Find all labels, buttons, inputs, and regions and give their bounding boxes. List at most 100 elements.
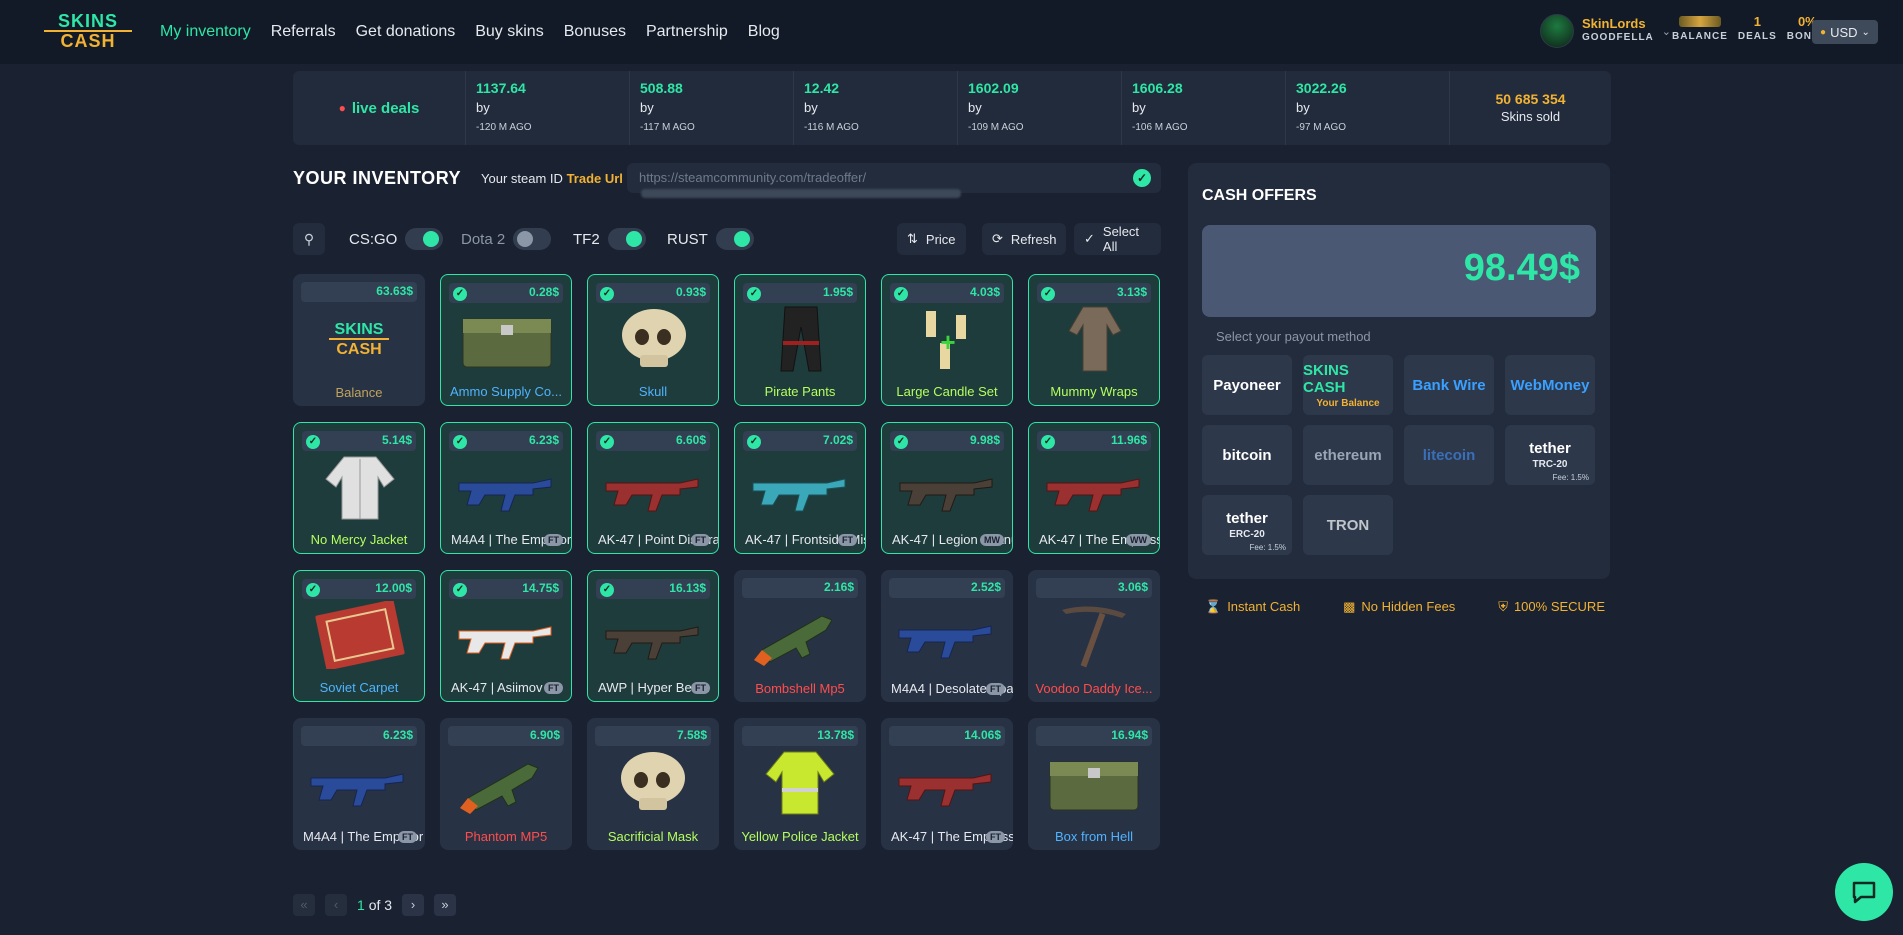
wear-badge: FT — [398, 831, 417, 843]
inventory-item[interactable]: ✓7.02$AK-47 | Frontside MistyFT — [734, 422, 866, 554]
inventory-item[interactable]: ✓ 3.13$ Mummy Wraps — [1028, 274, 1160, 406]
inventory-item[interactable]: 2.16$ Bombshell Mp5 — [734, 570, 866, 702]
search-icon: ⚲ — [303, 231, 315, 247]
payout-method-sub: TRC-20 — [1532, 459, 1568, 470]
live-deals-bar: ● live deals 1137.64 by -120 M AGO 508.88 by… — [293, 71, 1611, 145]
toggle-switch[interactable] — [513, 228, 552, 250]
payout-method[interactable]: SKINS CASH Your Balance — [1303, 355, 1393, 415]
nav-referrals[interactable]: Referrals — [271, 23, 336, 41]
game-toggle-rust[interactable]: RUST — [667, 223, 754, 255]
site-logo[interactable]: SKINS CASH — [38, 12, 138, 52]
inventory-item[interactable]: ✓ 5.14$ No Mercy Jacket — [293, 422, 425, 554]
live-deal: 12.42 by -116 M AGO — [793, 71, 957, 145]
chevron-down-icon[interactable]: ⌄ — [1662, 25, 1671, 38]
payout-method[interactable]: Bank Wire — [1404, 355, 1494, 415]
nav-my-inventory[interactable]: My inventory — [160, 23, 251, 41]
chat-button[interactable] — [1835, 863, 1893, 921]
badge-secure: ⛨ 100% SECURE — [1498, 599, 1605, 614]
nav-partnership[interactable]: Partnership — [646, 23, 728, 41]
inventory-item[interactable]: ✓ 16.13$ AWP | Hyper Beast FT — [587, 570, 719, 702]
inventory-item[interactable]: ✓ 0.28$ Ammo Supply Co... — [440, 274, 572, 406]
payout-method[interactable]: WebMoney — [1505, 355, 1595, 415]
toggle-switch[interactable] — [607, 228, 646, 250]
payout-method[interactable]: TRON — [1303, 495, 1393, 555]
inventory-item[interactable]: 16.94$ Box from Hell — [1028, 718, 1160, 850]
item-price: 6.23$ — [382, 728, 413, 742]
nav-bonuses[interactable]: Bonuses — [564, 23, 626, 41]
prev-page-button[interactable]: ‹ — [325, 894, 347, 916]
svg-text:+: + — [940, 327, 955, 357]
inventory-item[interactable]: 2.52$M4A4 | Desolate SpaceFT — [881, 570, 1013, 702]
item-price: 16.94$ — [1111, 728, 1148, 742]
inventory-item[interactable]: ✓ 11.96$ AK-47 | The Empress WW — [1028, 422, 1160, 554]
trade-url-link[interactable]: Trade Url — [567, 171, 623, 186]
toggle-switch[interactable] — [405, 228, 444, 250]
nav-buy-skins[interactable]: Buy skins — [475, 23, 543, 41]
check-icon: ✓ — [894, 287, 908, 301]
payout-method[interactable]: bitcoin — [1202, 425, 1292, 485]
sort-price-button[interactable]: ⇅ Price — [897, 223, 966, 255]
inventory-item[interactable]: ✓ 1.95$ Pirate Pants — [734, 274, 866, 406]
nav-get-donations[interactable]: Get donations — [356, 23, 456, 41]
inventory-item[interactable]: 6.23$ M4A4 | The Emperor FT — [293, 718, 425, 850]
payout-method[interactable]: tether ERC-20 Fee: 1.5% — [1202, 495, 1292, 555]
currency-value: USD — [1830, 24, 1858, 40]
payout-method-name: WebMoney — [1510, 376, 1590, 394]
steam-id-label: Your steam ID Trade Url — [481, 170, 623, 186]
payout-method-name: TRON — [1326, 516, 1370, 534]
check-icon: ✓ — [747, 435, 761, 449]
inventory-item[interactable]: ✓9.98$AK-47 | Legion of AnubisMW — [881, 422, 1013, 554]
item-image — [602, 601, 706, 669]
wear-badge: FT — [691, 534, 710, 546]
refresh-button[interactable]: ⟳ Refresh — [982, 223, 1067, 255]
chevron-down-icon: ⌄ — [1861, 26, 1870, 38]
item-price: 63.63$ — [376, 284, 413, 298]
game-toggle-tf2[interactable]: TF2 — [573, 223, 646, 255]
inventory-item[interactable]: 13.78$ Yellow Police Jacket — [734, 718, 866, 850]
toggle-switch[interactable] — [715, 228, 754, 250]
inventory-item[interactable]: 14.06$ AK-47 | The Empress FT — [881, 718, 1013, 850]
inventory-item[interactable]: ✓ 6.23$ M4A4 | The Emperor FT — [440, 422, 572, 554]
inventory-item[interactable]: 3.06$ Voodoo Daddy Ice... — [1028, 570, 1160, 702]
nav-blog[interactable]: Blog — [748, 23, 780, 41]
payout-method-name: SKINS CASH — [1303, 361, 1349, 396]
inventory-item[interactable]: ✓ 12.00$ Soviet Carpet — [293, 570, 425, 702]
inventory-item[interactable]: ✓ 0.93$ Skull — [587, 274, 719, 406]
svg-text:CASH: CASH — [336, 341, 381, 358]
item-price: 2.16$ — [823, 580, 854, 594]
item-image — [895, 748, 999, 816]
item-price: 13.78$ — [817, 728, 854, 742]
cash-offers-panel: CASH OFFERS 98.49$ Select your payout me… — [1188, 163, 1610, 579]
currency-select[interactable]: ● USD ⌄ — [1812, 20, 1878, 44]
game-toggle-csgo[interactable]: CS:GO — [349, 223, 444, 255]
payout-method[interactable]: tether TRC-20 Fee: 1.5% — [1505, 425, 1595, 485]
pagination: « ‹ 1 of 3 › » — [293, 894, 457, 916]
wear-badge: FT — [986, 683, 1005, 695]
svg-text:SKINS: SKINS — [335, 321, 384, 338]
trade-url-input[interactable]: https://steamcommunity.com/tradeoffer/ ✓ — [627, 163, 1161, 199]
trust-badges: ⌛ Instant Cash ▩ No Hidden Fees ⛨ 100% SECU… — [1205, 599, 1605, 615]
first-page-button[interactable]: « — [293, 894, 315, 916]
payout-method[interactable]: Payoneer — [1202, 355, 1292, 415]
last-page-button[interactable]: » — [434, 894, 457, 916]
user-menu[interactable]: SkinLords GOODFELLA ⌄ — [1540, 14, 1671, 48]
item-image — [454, 748, 558, 816]
inventory-item[interactable]: ✓ 14.75$ AK-47 | Asiimov FT — [440, 570, 572, 702]
select-all-button[interactable]: ✓ Select All — [1074, 223, 1161, 255]
inventory-item[interactable]: ✓ 4.03$ + Large Candle Set — [881, 274, 1013, 406]
inventory-item[interactable]: 63.63$ SKINS CASH Balance — [293, 274, 425, 406]
next-page-button[interactable]: › — [402, 894, 425, 916]
inventory-item[interactable]: 7.58$ Sacrificial Mask — [587, 718, 719, 850]
wear-badge: FT — [691, 682, 710, 694]
sort-icon: ⇅ — [907, 231, 918, 246]
item-price: 14.75$ — [522, 581, 559, 595]
live-deal: 508.88 by -117 M AGO — [629, 71, 793, 145]
payout-method[interactable]: litecoin — [1404, 425, 1494, 485]
search-button[interactable]: ⚲ — [293, 223, 325, 255]
item-name: Ammo Supply Co... — [450, 384, 562, 399]
inventory-item[interactable]: 6.90$ Phantom MP5 — [440, 718, 572, 850]
game-toggle-dota2[interactable]: Dota 2 — [461, 223, 552, 255]
payout-method[interactable]: ethereum — [1303, 425, 1393, 485]
item-name: No Mercy Jacket — [310, 532, 408, 547]
inventory-item[interactable]: ✓ 6.60$ AK-47 | Point Disarray FT — [587, 422, 719, 554]
